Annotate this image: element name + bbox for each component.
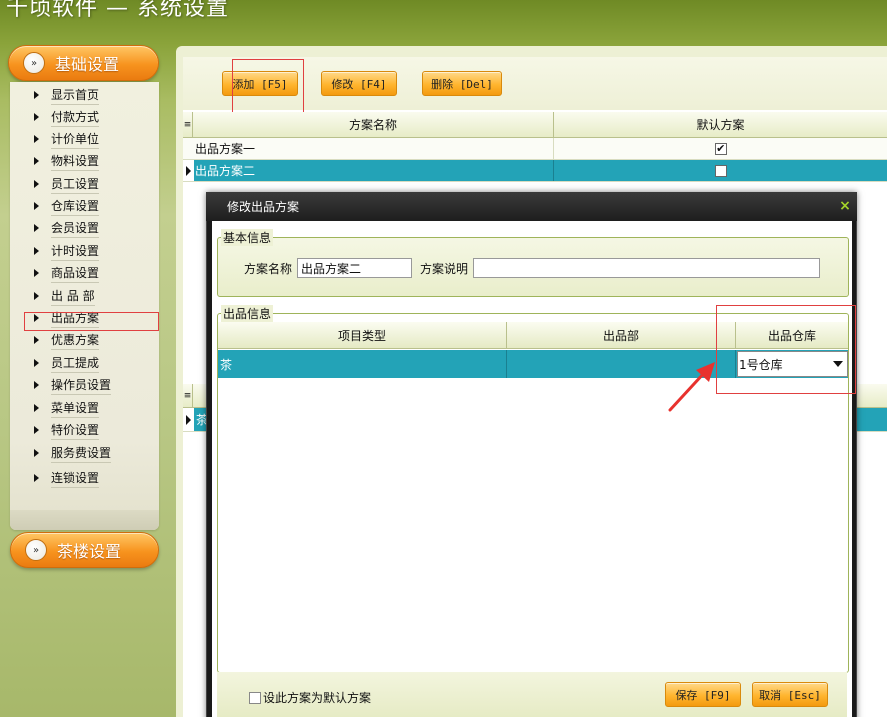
- dialog-title: 修改出品方案: [206, 192, 857, 221]
- double-chevron-icon: »: [25, 539, 47, 561]
- plan-desc-input[interactable]: [473, 258, 820, 278]
- column-header-output-dept[interactable]: 出品部: [507, 322, 736, 348]
- triangle-right-icon: [34, 404, 39, 412]
- triangle-right-icon: [34, 180, 39, 188]
- save-button[interactable]: 保存 [F9]: [665, 682, 741, 707]
- triangle-right-icon: [34, 269, 39, 277]
- app-title: 千顷软件 — 系统设置: [6, 0, 229, 21]
- cell-plan-name[interactable]: 出品方案二: [194, 160, 555, 181]
- annotation-arrow-icon: [668, 362, 715, 412]
- column-header-item-type[interactable]: 项目类型: [218, 322, 507, 348]
- sidebar-item-menu[interactable]: 菜单设置: [34, 398, 100, 418]
- column-header-default-plan[interactable]: 默认方案: [554, 112, 887, 137]
- sidebar-item-output-dept[interactable]: 出 品 部: [34, 286, 95, 306]
- triangle-right-icon: [34, 474, 39, 482]
- sidebar-item-commission[interactable]: 员工提成: [34, 353, 100, 373]
- triangle-right-icon: [34, 157, 39, 165]
- triangle-right-icon: [34, 113, 39, 121]
- cell-plan-name[interactable]: 出品方案一: [194, 138, 555, 159]
- set-default-label: 设此方案为默认方案: [263, 691, 372, 705]
- sidebar-section-teahouse-settings[interactable]: » 茶楼设置: [10, 532, 159, 568]
- sidebar-item-operator[interactable]: 操作员设置: [34, 375, 112, 395]
- sidebar-item-special-price[interactable]: 特价设置: [34, 420, 100, 440]
- triangle-right-icon: [34, 91, 39, 99]
- sidebar-item-warehouse[interactable]: 仓库设置: [34, 196, 100, 216]
- cell-item-type[interactable]: 茶: [218, 350, 507, 378]
- default-plan-option[interactable]: 设此方案为默认方案: [249, 689, 371, 706]
- triangle-right-icon: [34, 359, 39, 367]
- sidebar-item-service-fee[interactable]: 服务费设置: [34, 443, 112, 463]
- plan-desc-label: 方案说明: [420, 262, 469, 276]
- sidebar-item-product[interactable]: 商品设置: [34, 263, 100, 283]
- sidebar-item-chain[interactable]: 连锁设置: [34, 468, 100, 488]
- sidebar-item-timing[interactable]: 计时设置: [34, 241, 100, 261]
- sidebar-item-home[interactable]: 显示首页: [34, 85, 100, 105]
- triangle-right-icon: [34, 224, 39, 232]
- triangle-right-icon: [34, 449, 39, 457]
- sidebar-item-unit[interactable]: 计价单位: [34, 129, 100, 149]
- sidebar-section-label: 茶楼设置: [57, 542, 122, 561]
- sidebar-section-label: 基础设置: [55, 55, 120, 74]
- output-info-legend: 出品信息: [221, 305, 274, 322]
- plan-name-label: 方案名称: [244, 262, 293, 276]
- triangle-right-icon: [34, 426, 39, 434]
- double-chevron-icon: »: [23, 52, 45, 74]
- row-pointer-icon: [183, 160, 194, 181]
- default-plan-checkbox[interactable]: ✔: [714, 142, 727, 155]
- delete-button[interactable]: 删除 [Del]: [422, 71, 502, 96]
- table-row[interactable]: 出品方案一 ✔: [183, 138, 887, 160]
- triangle-right-icon: [34, 247, 39, 255]
- annotation-highlight-box: [232, 59, 304, 115]
- annotation-highlight-box: [24, 312, 159, 331]
- sidebar-item-payment[interactable]: 付款方式: [34, 107, 100, 127]
- triangle-right-icon: [34, 202, 39, 210]
- row-pointer-icon: [183, 408, 194, 431]
- triangle-right-icon: [34, 381, 39, 389]
- sidebar-item-material[interactable]: 物料设置: [34, 151, 100, 171]
- sidebar-item-discount[interactable]: 优惠方案: [34, 330, 100, 350]
- default-plan-checkbox[interactable]: [714, 164, 727, 177]
- triangle-right-icon: [34, 292, 39, 300]
- edit-button[interactable]: 修改 [F4]: [321, 71, 397, 96]
- row-indicator: [183, 138, 194, 159]
- plan-name-input[interactable]: 出品方案二: [297, 258, 412, 278]
- grid-menu-icon[interactable]: ≡: [183, 112, 193, 137]
- annotation-highlight-box: [716, 305, 856, 394]
- sidebar-item-member[interactable]: 会员设置: [34, 218, 100, 238]
- triangle-right-icon: [34, 135, 39, 143]
- sidebar-panel-footer: [10, 510, 159, 530]
- close-icon[interactable]: ×: [838, 198, 852, 214]
- plan-grid-header: ≡ 方案名称 默认方案: [183, 112, 887, 138]
- table-row-selected[interactable]: 出品方案二: [183, 160, 887, 182]
- column-header-plan-name[interactable]: 方案名称: [193, 112, 554, 137]
- cancel-button[interactable]: 取消 [Esc]: [752, 682, 828, 707]
- triangle-right-icon: [34, 336, 39, 344]
- basic-info-legend: 基本信息: [221, 229, 274, 246]
- sidebar-item-staff[interactable]: 员工设置: [34, 174, 100, 194]
- sidebar-section-basic-settings[interactable]: » 基础设置: [8, 45, 159, 81]
- grid-menu-icon[interactable]: ≡: [183, 384, 193, 407]
- set-default-checkbox[interactable]: [249, 691, 261, 704]
